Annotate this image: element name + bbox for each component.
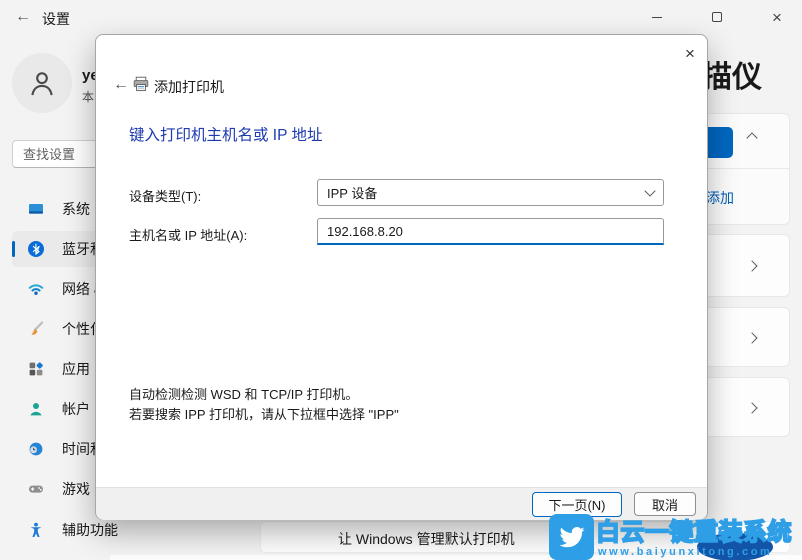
chevron-right-icon [746,332,758,344]
printer-icon [133,76,149,92]
chevron-right-icon [746,402,758,414]
watermark-brand: 白云一键重装系统 [595,518,792,547]
hint-line-2: 若要搜索 IPP 打印机，请从下拉框中选择 "IPP" [129,407,399,422]
chevron-right-icon [746,260,758,272]
dialog-close-button[interactable]: × [674,41,706,67]
wifi-icon [28,284,44,295]
accounts-icon [30,403,42,416]
add-printer-link[interactable]: 添加 [706,188,734,208]
watermark-url: www.baiyunxitong.com [598,546,773,558]
window-back-button[interactable]: ← [8,3,38,31]
device-type-value: IPP 设备 [327,186,378,201]
page-title-fragment: 描仪 [702,61,762,94]
bird-logo-icon [549,514,594,560]
settings-window: ← 设置 × ye 本 系统 蓝牙和 网络 & 个性 [0,0,802,560]
manage-default-printer-label: 让 Windows 管理默认打印机 [338,531,515,547]
apps-icon [29,362,43,376]
watermark: 白云一键重装系统 www.baiyunxitong.com [546,510,802,560]
add-printer-dialog: × ← 添加打印机 键入打印机主机名或 IP 地址 设备类型(T): IPP 设… [95,34,708,520]
bluetooth-icon [28,241,44,257]
wizard-heading: 键入打印机主机名或 IP 地址 [129,127,323,144]
window-title: 设置 [42,11,70,27]
chevron-down-icon [644,184,656,197]
hostname-label: 主机名或 IP 地址(A): [129,228,248,243]
hint-line-1: 自动检测检测 WSD 和 TCP/IP 打印机。 [129,387,359,402]
gamepad-icon [29,485,43,493]
device-type-label: 设备类型(T): [129,189,202,204]
person-icon [31,72,53,96]
device-type-select[interactable]: IPP 设备 [317,179,664,206]
maximize-button[interactable] [694,0,740,34]
close-icon: × [772,7,782,27]
selected-indicator [12,241,15,257]
minimize-icon [652,16,662,18]
system-icon [29,204,43,214]
chevron-up-icon[interactable] [746,132,758,144]
titlebar: ← 设置 × [0,0,802,36]
user-account-type: 本 [82,90,95,104]
minimize-button[interactable] [634,0,680,34]
close-button[interactable]: × [754,0,800,34]
hint-text: 自动检测检测 WSD 和 TCP/IP 打印机。 若要搜索 IPP 打印机，请从… [129,385,399,425]
brush-icon [31,321,44,335]
hostname-input[interactable] [317,218,664,245]
maximize-icon [712,12,722,22]
accessibility-icon [30,522,42,537]
dialog-title: 添加打印机 [154,79,224,95]
dialog-back-button[interactable]: ← [108,73,134,97]
clock-icon [29,442,43,456]
user-avatar[interactable] [12,53,72,113]
